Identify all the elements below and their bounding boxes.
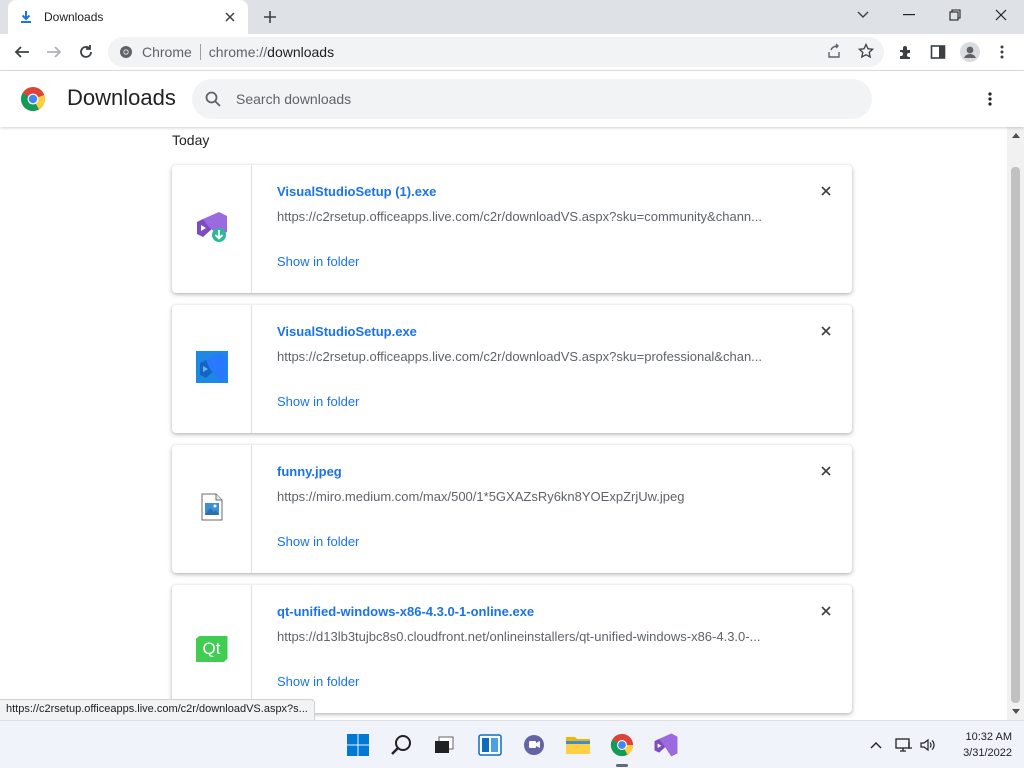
chrome-site-icon[interactable] bbox=[118, 44, 134, 60]
file-icon-column bbox=[172, 445, 252, 573]
remove-download-icon[interactable] bbox=[816, 461, 836, 481]
network-icon[interactable] bbox=[894, 733, 914, 757]
scrollbar-thumb[interactable] bbox=[1011, 167, 1020, 703]
remove-download-icon[interactable] bbox=[816, 601, 836, 621]
site-chip: Chrome bbox=[142, 44, 192, 60]
remove-download-icon[interactable] bbox=[816, 181, 836, 201]
url-host: downloads bbox=[267, 44, 335, 60]
show-in-folder-link[interactable]: Show in folder bbox=[277, 674, 359, 689]
address-bar[interactable]: Chrome chrome:// downloads bbox=[108, 37, 884, 67]
close-window-icon[interactable] bbox=[978, 0, 1024, 30]
download-item: funny.jpeg https://miro.medium.com/max/5… bbox=[172, 445, 852, 573]
file-icon-column bbox=[172, 305, 252, 433]
show-hidden-icons-chevron-icon[interactable] bbox=[866, 733, 886, 757]
source-url-link[interactable]: https://d13lb3tujbc8s0.cloudfront.net/on… bbox=[277, 629, 777, 644]
volume-icon[interactable] bbox=[918, 733, 938, 757]
extensions-icon[interactable] bbox=[892, 38, 920, 66]
file-name-link[interactable]: VisualStudioSetup.exe bbox=[277, 324, 417, 339]
omnibox-divider bbox=[199, 44, 201, 60]
search-icon bbox=[204, 90, 222, 108]
date-section-label: Today bbox=[172, 132, 210, 148]
share-icon[interactable] bbox=[824, 41, 844, 61]
toolbar: Chrome chrome:// downloads bbox=[0, 34, 1024, 71]
tab-downloads[interactable]: Downloads bbox=[8, 0, 248, 34]
link-status-bubble: https://c2rsetup.officeapps.live.com/c2r… bbox=[0, 699, 315, 720]
teams-chat-icon[interactable] bbox=[518, 729, 550, 761]
taskbar: 10:32 AM 3/31/2022 bbox=[0, 720, 1024, 768]
tab-close-icon[interactable] bbox=[222, 9, 238, 25]
chrome-taskbar-icon[interactable] bbox=[606, 729, 638, 767]
widgets-icon[interactable] bbox=[474, 729, 506, 761]
image-file-icon bbox=[201, 493, 223, 526]
back-icon[interactable] bbox=[8, 38, 36, 66]
show-in-folder-link[interactable]: Show in folder bbox=[277, 254, 359, 269]
page-title: Downloads bbox=[67, 85, 176, 110]
tab-strip: Downloads bbox=[0, 0, 1024, 34]
forward-icon[interactable] bbox=[40, 38, 68, 66]
file-explorer-icon[interactable] bbox=[562, 729, 594, 761]
page-scrollbar[interactable] bbox=[1007, 127, 1024, 720]
downloads-header: Downloads bbox=[0, 71, 1024, 127]
minimize-icon[interactable] bbox=[886, 0, 932, 30]
file-icon-column bbox=[172, 165, 252, 293]
download-item: Qt qt-unified-windows-x86-4.3.0-1-online… bbox=[172, 585, 852, 713]
scroll-down-icon[interactable] bbox=[1007, 703, 1024, 720]
source-url-link[interactable]: https://c2rsetup.officeapps.live.com/c2r… bbox=[277, 209, 777, 224]
visual-studio-installer-icon bbox=[195, 210, 229, 249]
visual-studio-blue-icon bbox=[195, 350, 228, 388]
download-item: VisualStudioSetup (1).exe https://c2rset… bbox=[172, 165, 852, 293]
search-downloads[interactable] bbox=[192, 79, 872, 119]
tab-title: Downloads bbox=[44, 10, 104, 24]
download-item: VisualStudioSetup.exe https://c2rsetup.o… bbox=[172, 305, 852, 433]
chrome-logo-icon bbox=[20, 86, 46, 112]
side-panel-icon[interactable] bbox=[924, 38, 952, 66]
file-name-link[interactable]: VisualStudioSetup (1).exe bbox=[277, 184, 436, 199]
windows-start-icon[interactable] bbox=[342, 729, 374, 761]
scroll-up-icon[interactable] bbox=[1007, 127, 1024, 144]
browser-menu-icon[interactable] bbox=[988, 38, 1016, 66]
search-input[interactable] bbox=[236, 91, 836, 107]
restore-icon[interactable] bbox=[932, 0, 978, 30]
remove-download-icon[interactable] bbox=[816, 321, 836, 341]
new-tab-button[interactable] bbox=[258, 6, 282, 28]
task-view-icon[interactable] bbox=[428, 729, 460, 761]
show-in-folder-link[interactable]: Show in folder bbox=[277, 534, 359, 549]
url-scheme: chrome:// bbox=[208, 44, 268, 60]
more-actions-icon[interactable] bbox=[978, 87, 1002, 111]
clock-time: 10:32 AM bbox=[965, 731, 1012, 743]
download-icon bbox=[18, 9, 34, 25]
source-url-link[interactable]: https://c2rsetup.officeapps.live.com/c2r… bbox=[277, 349, 777, 364]
bookmark-star-icon[interactable] bbox=[856, 41, 876, 61]
show-in-folder-link[interactable]: Show in folder bbox=[277, 394, 359, 409]
source-url-link[interactable]: https://miro.medium.com/max/500/1*5GXAZs… bbox=[277, 489, 777, 504]
search-taskbar-icon[interactable] bbox=[386, 729, 418, 761]
tab-search-icon[interactable] bbox=[840, 0, 886, 30]
downloads-list: Today VisualStudioSetup (1).exe https://… bbox=[0, 127, 1007, 720]
qt-icon: Qt bbox=[195, 636, 228, 662]
file-icon-column: Qt bbox=[172, 585, 252, 713]
file-name-link[interactable]: qt-unified-windows-x86-4.3.0-1-online.ex… bbox=[277, 604, 534, 619]
visual-studio-taskbar-icon[interactable] bbox=[650, 729, 682, 761]
clock-date: 3/31/2022 bbox=[963, 747, 1012, 759]
file-name-link[interactable]: funny.jpeg bbox=[277, 464, 342, 479]
reload-icon[interactable] bbox=[72, 38, 100, 66]
taskbar-clock[interactable]: 10:32 AM 3/31/2022 bbox=[948, 729, 1012, 761]
profile-avatar[interactable] bbox=[956, 38, 984, 66]
